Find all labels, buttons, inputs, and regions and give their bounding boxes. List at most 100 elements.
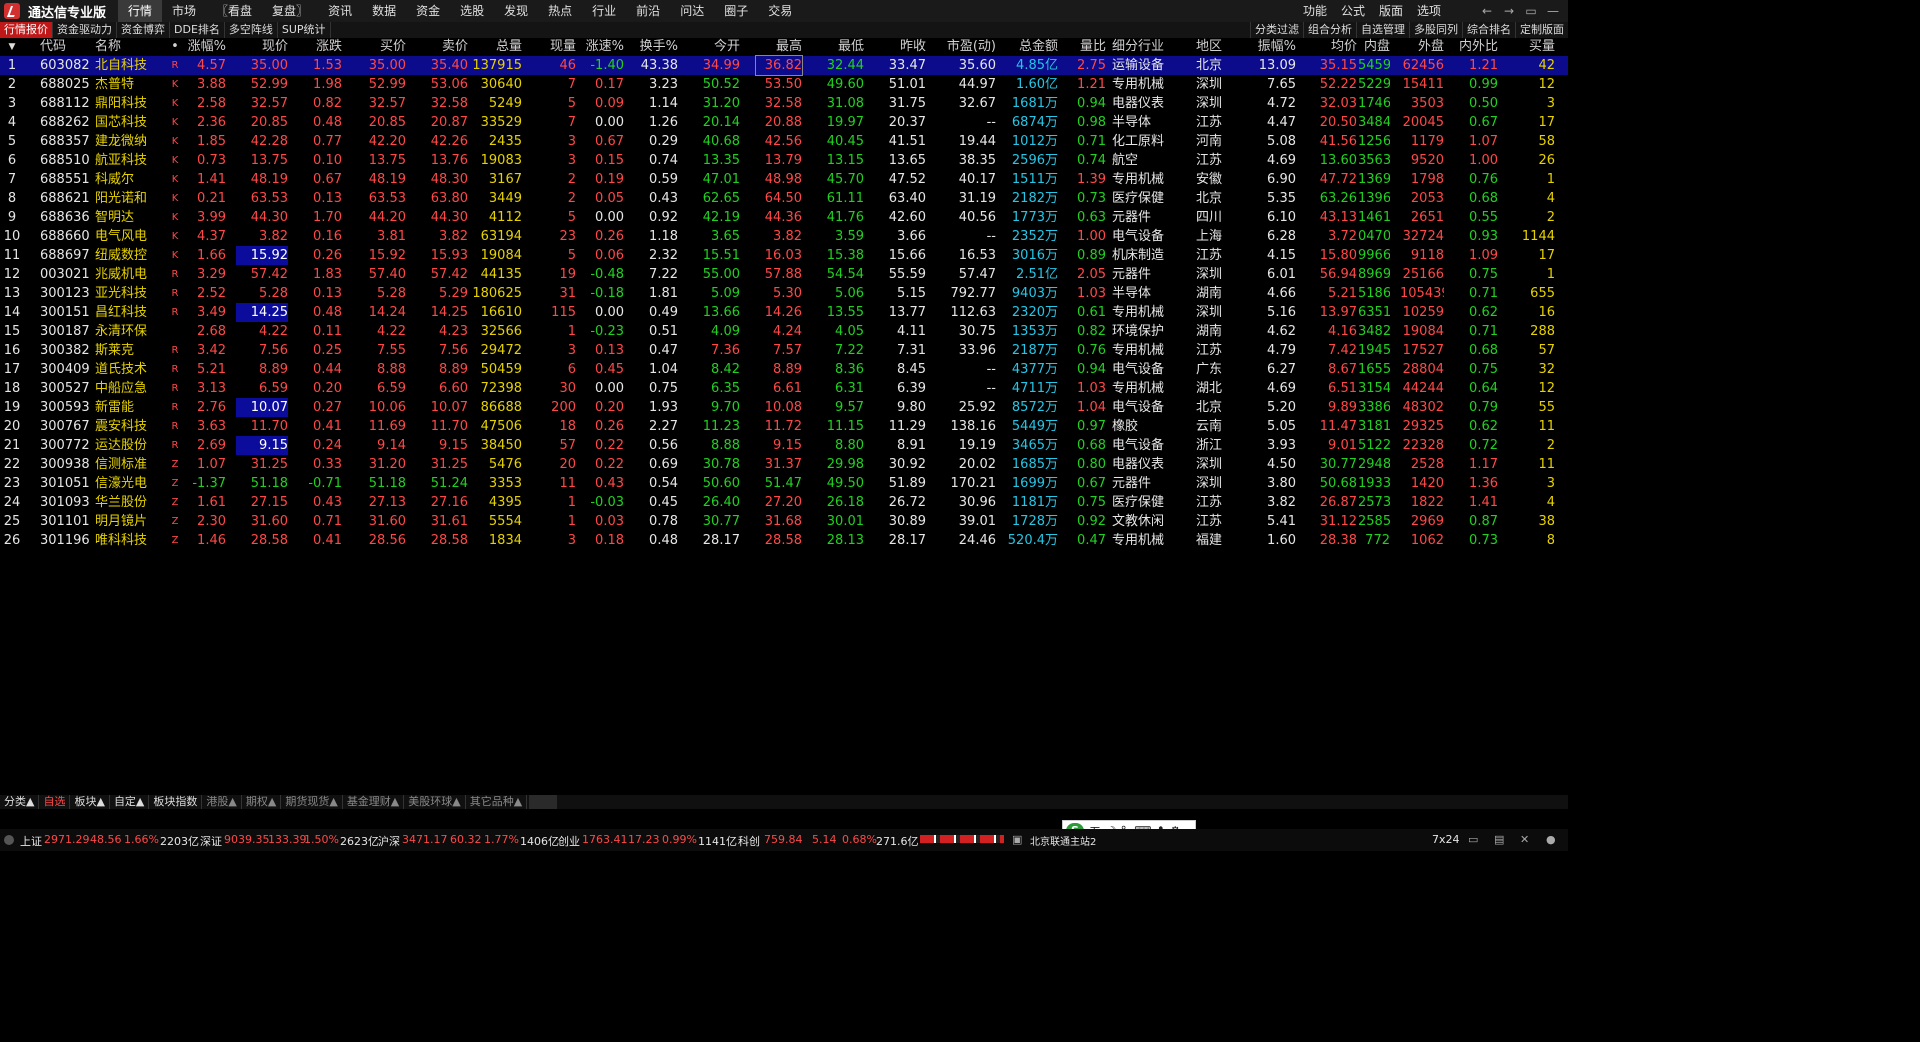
- column-header-23[interactable]: 均价: [1300, 38, 1357, 56]
- column-header-19[interactable]: 量比: [1064, 38, 1106, 56]
- table-row[interactable]: 1 603082 北自科技 R 4.57 35.00 1.53 35.00 35.40 13791…: [0, 55, 1568, 76]
- toolbar-right-2[interactable]: 自选管理: [1356, 22, 1409, 38]
- column-header-8[interactable]: 卖价: [414, 38, 468, 56]
- column-header-5[interactable]: 现价: [236, 38, 288, 56]
- table-row[interactable]: 5 688357 建龙微纳 K 1.85 42.28 0.77 42.20 42.26 2435 3…: [0, 132, 1568, 151]
- table-row[interactable]: 13 300123 亚光科技 R 2.52 5.28 0.13 5.28 5.29 180625 3…: [0, 284, 1568, 303]
- monitor-icon[interactable]: ▭: [1468, 833, 1478, 846]
- column-header-26[interactable]: 内外比: [1454, 38, 1498, 56]
- column-header-17[interactable]: 市盈(动): [934, 38, 996, 56]
- table-row[interactable]: 24 301093 华兰股份 Z 1.61 27.15 0.43 27.13 27.16 4395…: [0, 493, 1568, 512]
- right-menu-item-1[interactable]: 公式: [1334, 0, 1372, 22]
- column-header-27[interactable]: 买量: [1500, 38, 1555, 56]
- menu-item-2[interactable]: 〖看盘: [206, 0, 262, 22]
- table-row[interactable]: 7 688551 科威尔 K 1.41 48.19 0.67 48.19 48.30 3167 2 0…: [0, 170, 1568, 189]
- table-row[interactable]: 23 301051 信濠光电 Z -1.37 51.18 -0.71 51.18 51.24 33…: [0, 474, 1568, 493]
- column-header-1[interactable]: 代码: [40, 38, 92, 56]
- column-header-20[interactable]: 细分行业: [1112, 38, 1178, 56]
- column-header-25[interactable]: 外盘: [1400, 38, 1444, 56]
- column-header-16[interactable]: 昨收: [878, 38, 926, 56]
- table-row[interactable]: 15 300187 永清环保 2.68 4.22 0.11 4.22 4.23 32566 1 -0…: [0, 322, 1568, 341]
- right-menu-item-0[interactable]: 功能: [1296, 0, 1334, 22]
- toolbar-left-0[interactable]: 行情报价: [0, 22, 53, 38]
- column-header-4[interactable]: 涨幅%: [186, 38, 226, 56]
- table-row[interactable]: 19 300593 新雷能 R 2.76 10.07 0.27 10.06 10.07 86688…: [0, 398, 1568, 417]
- table-row[interactable]: 6 688510 航亚科技 K 0.73 13.75 0.10 13.75 13.76 19083…: [0, 151, 1568, 170]
- column-header-2[interactable]: 名称: [95, 38, 155, 56]
- menu-item-10[interactable]: 行业: [582, 0, 626, 22]
- table-row[interactable]: 11 688697 纽威数控 K 1.66 15.92 0.26 15.92 15.93 1908…: [0, 246, 1568, 265]
- bottom-tab-7[interactable]: 期货现货▲: [281, 795, 343, 809]
- menu-item-3[interactable]: 复盘〗: [262, 0, 318, 22]
- chat-icon[interactable]: ▤: [1494, 833, 1504, 846]
- table-row[interactable]: 14 300151 昌红科技 R 3.49 14.25 0.48 14.24 14.25 1661…: [0, 303, 1568, 322]
- toolbar-left-3[interactable]: DDE排名: [170, 22, 225, 38]
- column-header-0[interactable]: ▼: [0, 38, 24, 56]
- menu-item-5[interactable]: 数据: [362, 0, 406, 22]
- right-menu-item-2[interactable]: 版面: [1372, 0, 1410, 22]
- bottom-tab-8[interactable]: 基金理财▲: [343, 795, 405, 809]
- restore-icon[interactable]: ▭: [1520, 0, 1542, 22]
- status-close-icon[interactable]: [4, 835, 14, 845]
- table-row[interactable]: 12 003021 兆威机电 R 3.29 57.42 1.83 57.40 57.42 4413…: [0, 265, 1568, 284]
- menu-item-8[interactable]: 发现: [494, 0, 538, 22]
- column-header-14[interactable]: 最高: [756, 38, 802, 56]
- column-header-9[interactable]: 总量: [470, 38, 522, 56]
- back-icon[interactable]: ←: [1476, 0, 1498, 22]
- column-header-3[interactable]: •: [168, 38, 182, 56]
- right-menu-item-3[interactable]: 选项: [1410, 0, 1448, 22]
- toolbar-right-5[interactable]: 定制版面: [1515, 22, 1568, 38]
- menu-item-12[interactable]: 问达: [670, 0, 714, 22]
- toolbar-left-1[interactable]: 资金驱动力: [53, 22, 117, 38]
- column-header-15[interactable]: 最低: [816, 38, 864, 56]
- toolbar-left-4[interactable]: 多空阵线: [225, 22, 278, 38]
- table-row[interactable]: 17 300409 道氏技术 R 5.21 8.89 0.44 8.88 8.89 50459 6 0…: [0, 360, 1568, 379]
- table-row[interactable]: 20 300767 震安科技 R 3.63 11.70 0.41 11.69 11.70 4750…: [0, 417, 1568, 436]
- bottom-tab-5[interactable]: 港股▲: [202, 795, 242, 809]
- table-row[interactable]: 9 688636 智明达 K 3.99 44.30 1.70 44.20 44.30 4112 5 0…: [0, 208, 1568, 227]
- toolbar-right-3[interactable]: 多股同列: [1409, 22, 1462, 38]
- table-row[interactable]: 21 300772 运达股份 R 2.69 9.15 0.24 9.14 9.15 38450 57…: [0, 436, 1568, 455]
- column-header-13[interactable]: 今开: [690, 38, 740, 56]
- menu-item-13[interactable]: 圈子: [714, 0, 758, 22]
- column-header-21[interactable]: 地区: [1186, 38, 1232, 56]
- column-header-11[interactable]: 涨速%: [582, 38, 624, 56]
- table-row[interactable]: 10 688660 电气风电 K 4.37 3.82 0.16 3.81 3.82 63194 23…: [0, 227, 1568, 246]
- toolbar-right-1[interactable]: 组合分析: [1303, 22, 1356, 38]
- menu-item-9[interactable]: 热点: [538, 0, 582, 22]
- column-header-24[interactable]: 内盘: [1358, 38, 1390, 56]
- minimize-icon[interactable]: —: [1542, 0, 1564, 22]
- table-row[interactable]: 26 301196 唯科科技 Z 1.46 28.58 0.41 28.56 28.58 1834…: [0, 531, 1568, 550]
- mute-icon[interactable]: ✕: [1520, 833, 1529, 846]
- forward-icon[interactable]: →: [1498, 0, 1520, 22]
- column-header-22[interactable]: 振幅%: [1246, 38, 1296, 56]
- quote-table[interactable]: ▼ 代码 名称 • 涨幅% 现价 涨跌 买价 卖价 总量 现量 涨速% 换手% 今开 最高 最低 昨收 市盈(动)…: [0, 38, 1568, 550]
- toolbar-left-5[interactable]: SUP统计: [278, 22, 331, 38]
- menu-item-1[interactable]: 市场: [162, 0, 206, 22]
- table-row[interactable]: 8 688621 阳光诺和 K 0.21 63.53 0.13 63.53 63.80 3449 2…: [0, 189, 1568, 208]
- menu-item-0[interactable]: 行情: [118, 0, 163, 22]
- menu-item-11[interactable]: 前沿: [626, 0, 670, 22]
- toolbar-right-0[interactable]: 分类过滤: [1250, 22, 1303, 38]
- table-row[interactable]: 3 688112 鼎阳科技 K 2.58 32.57 0.82 32.57 32.58 5249 5…: [0, 94, 1568, 113]
- server-label[interactable]: 北京联通主站2: [1030, 833, 1096, 848]
- table-row[interactable]: 25 301101 明月镜片 Z 2.30 31.60 0.71 31.60 31.61 5554…: [0, 512, 1568, 531]
- menu-item-4[interactable]: 资讯: [318, 0, 362, 22]
- bottom-tab-2[interactable]: 板块▲: [70, 795, 110, 809]
- table-row[interactable]: 4 688262 国芯科技 K 2.36 20.85 0.48 20.85 20.87 33529…: [0, 113, 1568, 132]
- bottom-tab-6[interactable]: 期权▲: [242, 795, 282, 809]
- bottom-tab-3[interactable]: 自定▲: [110, 795, 150, 809]
- table-row[interactable]: 2 688025 杰普特 K 3.88 52.99 1.98 52.99 53.06 30640 7…: [0, 75, 1568, 94]
- column-header-18[interactable]: 总金额: [1004, 38, 1058, 56]
- bottom-tab-0[interactable]: 分类▲: [0, 795, 40, 809]
- user-icon[interactable]: ●: [1546, 833, 1556, 846]
- menu-item-7[interactable]: 选股: [450, 0, 494, 22]
- bottom-tab-4[interactable]: 板块指数: [149, 795, 203, 809]
- table-row[interactable]: 16 300382 斯莱克 R 3.42 7.56 0.25 7.55 7.56 29472 3 0.…: [0, 341, 1568, 360]
- tab-scrollbar[interactable]: [529, 795, 558, 809]
- column-header-7[interactable]: 买价: [352, 38, 406, 56]
- toolbar-left-2[interactable]: 资金博弈: [117, 22, 170, 38]
- toolbar-right-4[interactable]: 综合排名: [1462, 22, 1515, 38]
- table-row[interactable]: 22 300938 信测标准 Z 1.07 31.25 0.33 31.20 31.25 5476…: [0, 455, 1568, 474]
- menu-item-6[interactable]: 资金: [406, 0, 450, 22]
